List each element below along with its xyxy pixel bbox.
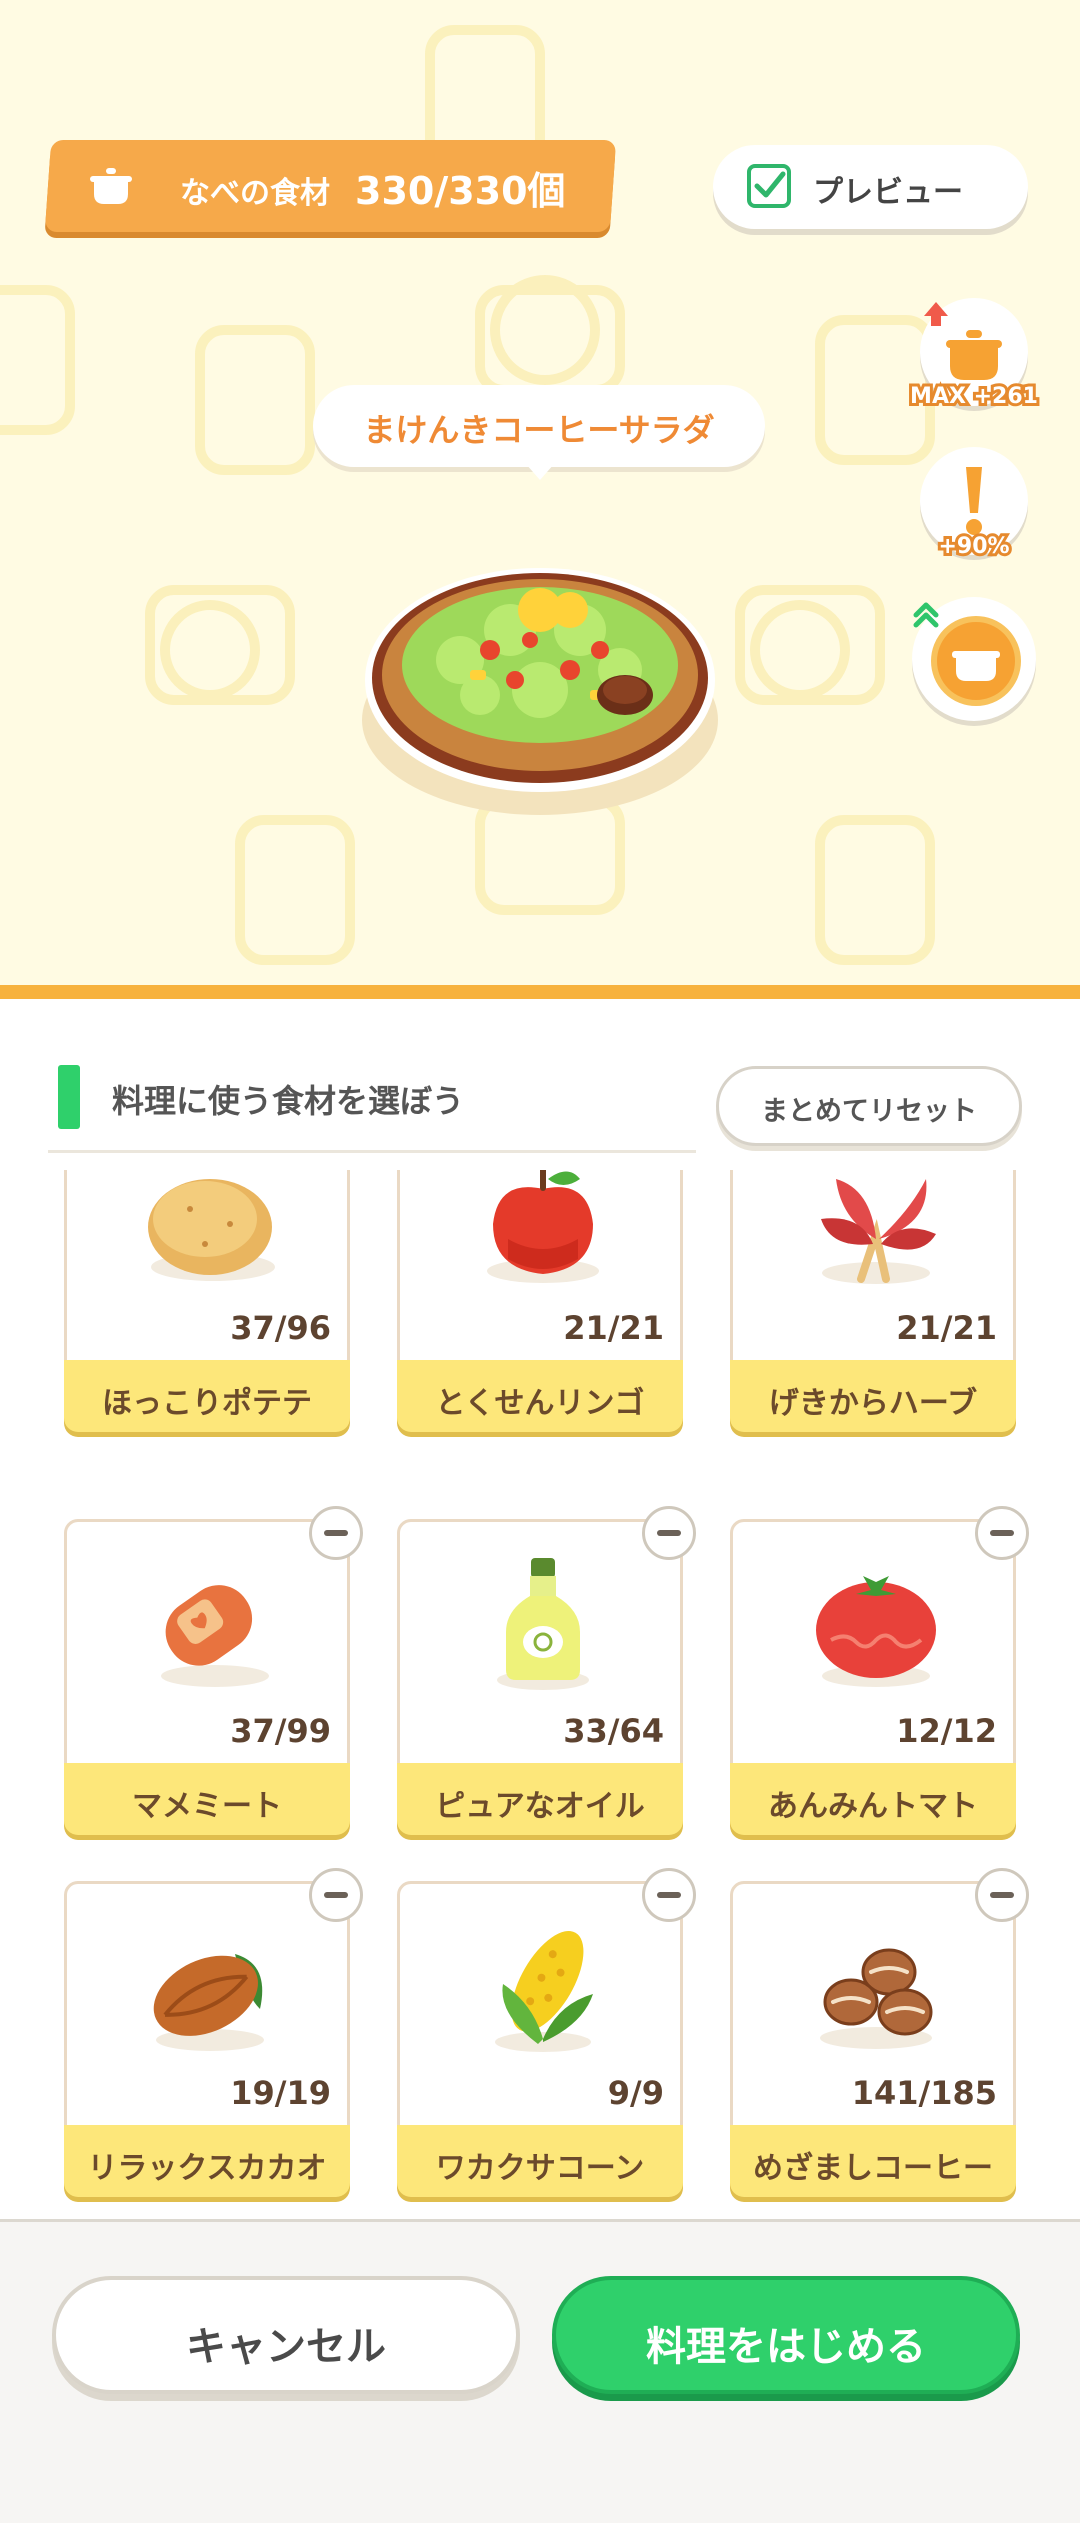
pot-label: なべの食材 <box>180 176 330 211</box>
reset-all-label: まとめてリセット <box>761 1096 977 1127</box>
minus-button[interactable] <box>309 1506 363 1560</box>
ingredient-count: 21/21 <box>563 1309 664 1347</box>
ingredient-name-plate: ワカクサコーン <box>397 2125 683 2197</box>
corn-icon <box>495 1930 593 2052</box>
oil-bottle-icon <box>497 1558 589 1690</box>
ingredient-name: めざましコーヒー <box>753 2151 993 2186</box>
ingredient-count: 37/96 <box>230 1309 331 1347</box>
bonus-label: +90% <box>935 531 1012 562</box>
minus-button[interactable] <box>642 1868 696 1922</box>
bubble-tail <box>526 464 554 480</box>
ingredient-count: 9/9 <box>607 2074 664 2112</box>
ingredient-name: リラックスカカオ <box>87 2151 327 2186</box>
minus-button[interactable] <box>975 1868 1029 1922</box>
ingredient-name: げきからハーブ <box>768 1386 978 1421</box>
section-rule <box>48 1150 696 1153</box>
preview-toggle[interactable]: プレビュー <box>713 145 1028 229</box>
section-title: 料理に使う食材を選ぼう <box>112 1082 465 1120</box>
cancel-button[interactable]: キャンセル <box>52 2276 520 2394</box>
ingredient-name: ほっこりポテテ <box>102 1386 312 1421</box>
tomato-icon <box>816 1576 936 1687</box>
start-cooking-label: 料理をはじめる <box>646 2324 926 2370</box>
pot-count: 330/330個 <box>355 169 566 213</box>
ingredient-count: 37/99 <box>230 1712 331 1750</box>
section-marker <box>58 1065 80 1129</box>
ingredient-count: 33/64 <box>563 1712 664 1750</box>
ingredient-name-plate: マメミート <box>64 1763 350 1835</box>
minus-button[interactable] <box>642 1506 696 1560</box>
dish-name: まけんきコーヒーサラダ <box>363 411 715 449</box>
ingredient-card[interactable]: 12/12 あんみんトマト <box>730 1506 1029 1835</box>
pot-boost-button[interactable] <box>912 597 1036 721</box>
ingredient-card[interactable]: 19/19 リラックスカカオ <box>64 1868 363 2197</box>
ingredient-name-plate: ほっこりポテテ <box>64 1360 350 1432</box>
bean-meat-icon <box>161 1585 269 1687</box>
dish-name-bubble: まけんきコーヒーサラダ <box>313 385 765 467</box>
ingredient-grid: 37/96 ほっこりポテテ 21/21 とくせんリンゴ 21/21 げきからハー… <box>0 1170 1080 2220</box>
ingredient-name-plate: ピュアなオイル <box>397 1763 683 1835</box>
ingredient-card[interactable]: 37/96 ほっこりポテテ <box>64 1170 350 1432</box>
ingredient-name-plate: とくせんリンゴ <box>397 1360 683 1432</box>
ingredient-card[interactable]: 141/185 めざましコーヒー <box>730 1868 1029 2197</box>
ingredient-card[interactable]: 37/99 マメミート <box>64 1506 363 1835</box>
coffee-beans-icon <box>820 1948 933 2049</box>
reset-all-button[interactable]: まとめてリセット <box>716 1066 1022 1146</box>
pot-upgrade-label: MAX +261 <box>907 381 1041 412</box>
cancel-label: キャンセル <box>186 2324 386 2370</box>
ingredient-card[interactable]: 21/21 とくせんリンゴ <box>397 1170 683 1432</box>
salad-dish-icon <box>362 568 718 815</box>
ingredient-count: 12/12 <box>896 1712 997 1750</box>
ingredient-name: とくせんリンゴ <box>435 1386 645 1421</box>
herb-icon <box>821 1179 936 1284</box>
ingredient-card[interactable]: 9/9 ワカクサコーン <box>397 1868 696 2197</box>
dish-preview-area: なべの食材 330/330個 プレビュー MAX +261 +90% まけんきコ… <box>0 0 1080 985</box>
ingredient-card[interactable]: 21/21 げきからハーブ <box>730 1170 1016 1432</box>
ingredient-count: 21/21 <box>896 1309 997 1347</box>
ingredient-count: 19/19 <box>230 2074 331 2112</box>
cacao-icon <box>153 1954 264 2051</box>
preview-label: プレビュー <box>813 175 963 210</box>
minus-button[interactable] <box>975 1506 1029 1560</box>
start-cooking-button[interactable]: 料理をはじめる <box>552 2276 1020 2394</box>
potato-icon <box>148 1179 275 1281</box>
pot-boost-icon <box>913 602 1021 706</box>
ingredient-card[interactable]: 33/64 ピュアなオイル <box>397 1506 696 1835</box>
ingredient-name-plate: げきからハーブ <box>730 1360 1016 1432</box>
ingredient-name: あんみんトマト <box>768 1789 978 1824</box>
ingredient-name: ピュアなオイル <box>435 1789 645 1824</box>
ingredient-name: マメミート <box>132 1789 282 1824</box>
ingredient-name-plate: めざましコーヒー <box>730 2125 1016 2197</box>
ingredient-count: 141/185 <box>851 2074 997 2112</box>
pot-icon <box>90 168 132 204</box>
checkbox-icon[interactable] <box>747 164 791 208</box>
apple-icon <box>487 1170 599 1283</box>
ingredient-name-plate: あんみんトマト <box>730 1763 1016 1835</box>
section-divider <box>0 985 1080 999</box>
ingredient-name: ワカクサコーン <box>435 2151 645 2186</box>
minus-button[interactable] <box>309 1868 363 1922</box>
ingredient-name-plate: リラックスカカオ <box>64 2125 350 2197</box>
